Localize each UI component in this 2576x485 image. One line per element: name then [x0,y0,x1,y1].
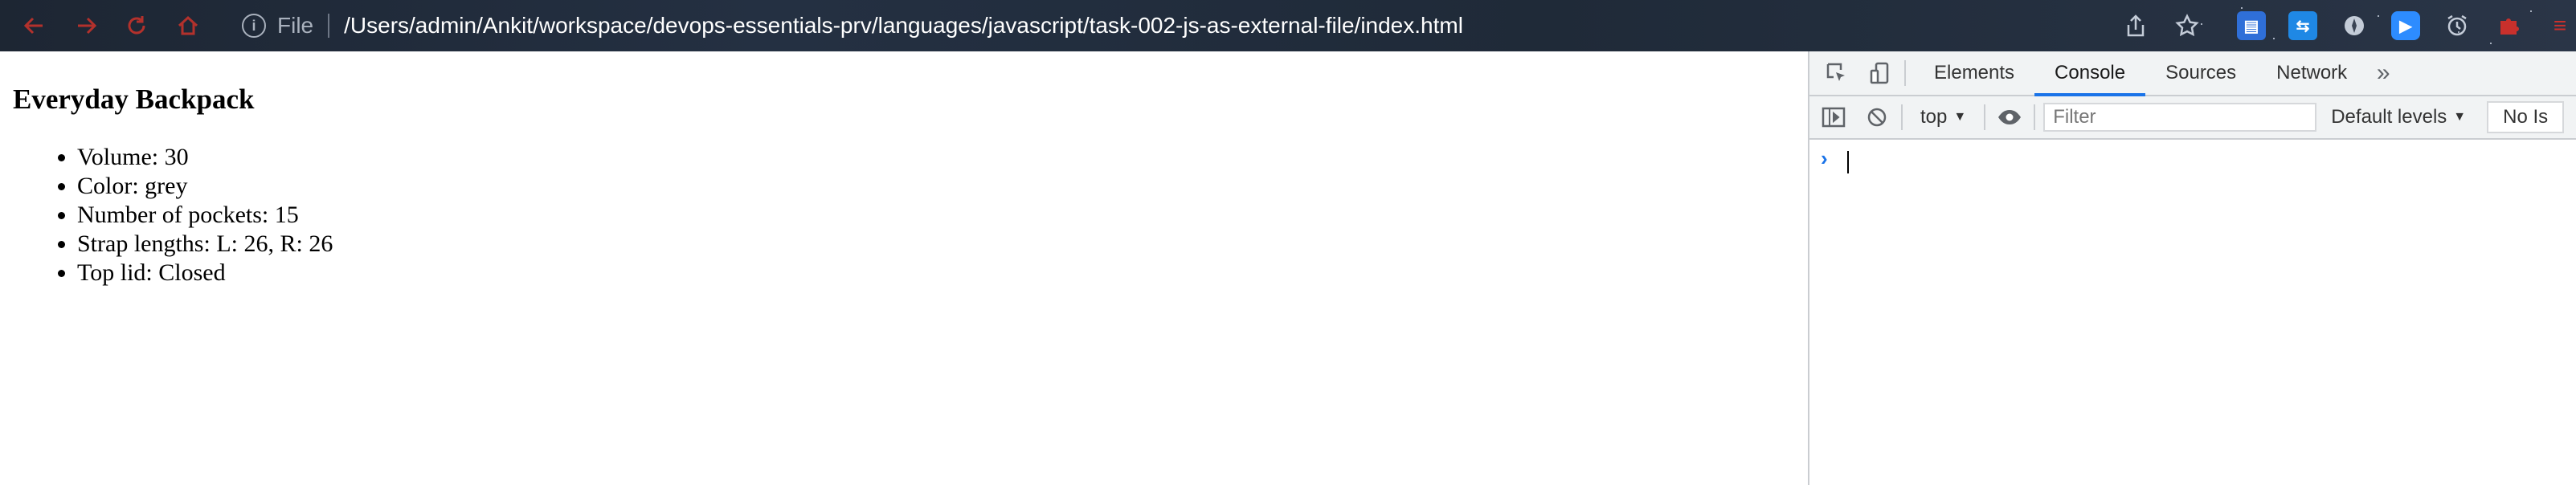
issues-button[interactable]: No Is [2487,101,2565,133]
devtools-panel: Elements Console Sources Network » top ▼… [1808,51,2576,485]
tab-sources[interactable]: Sources [2145,51,2256,95]
tab-bar-divider [1904,60,1906,86]
context-label: top [1920,106,1948,128]
forward-arrow-icon [78,17,97,35]
list-item: Strap lengths: L: 26, R: 26 [77,230,333,259]
address-divider [328,14,330,38]
console-prompt-chevron-icon: › [1821,146,1828,170]
extension-trello-button[interactable]: ▤ [2237,11,2266,40]
tab-elements[interactable]: Elements [1914,51,2034,95]
more-tabs-button[interactable]: » [2367,57,2399,89]
forward-button[interactable] [71,10,103,42]
extension-compass-button[interactable] [2340,11,2369,40]
extension-timer-button[interactable] [2443,11,2472,40]
list-item: Top lid: Closed [77,259,333,287]
console-output[interactable]: › [1809,140,2576,485]
reload-button[interactable] [121,10,153,42]
caret-down-icon: ▼ [2453,110,2467,124]
scheme-label: File [277,13,314,38]
list-item: Volume: 30 [77,143,333,172]
extensions-button[interactable] [2494,11,2523,40]
inspect-cursor-icon [1826,63,1845,81]
url-text[interactable]: /Users/admin/Ankit/workspace/devops-esse… [344,13,1463,39]
zoom-camera-icon: ▶ [2399,17,2412,35]
device-icon [1870,62,1889,84]
clear-console-button[interactable] [1861,101,1893,133]
page-viewport: Everyday Backpack Volume: 30 Color: grey… [0,51,1808,485]
extension-zoom-button[interactable]: ▶ [2391,11,2420,40]
translate-icon: ⇆ [2296,17,2310,35]
log-levels-dropdown[interactable]: Default levels ▼ [2316,106,2480,128]
no-entry-icon [1867,108,1887,127]
backpack-properties-list: Volume: 30 Color: grey Number of pockets… [0,143,333,287]
eye-icon [1998,110,2022,124]
puzzle-icon [2500,18,2519,35]
page-title: Everyday Backpack [13,84,255,115]
back-arrow-icon [23,17,43,35]
console-filter-input[interactable] [2043,103,2317,132]
tab-console[interactable]: Console [2034,51,2146,96]
inspect-element-button[interactable] [1821,57,1853,89]
show-sidebar-button[interactable] [1818,101,1850,133]
menu-button[interactable]: ≡ [2545,11,2574,40]
info-icon[interactable]: i [242,14,266,38]
extension-translate-button[interactable]: ⇆ [2288,11,2317,40]
tab-network[interactable]: Network [2256,51,2367,95]
device-toolbar-button[interactable] [1864,57,1896,89]
text-cursor [1847,151,1849,173]
context-selector[interactable]: top ▼ [1911,106,1976,128]
live-expression-button[interactable] [1993,101,2026,133]
toolbar-divider [1901,104,1903,130]
share-icon [2127,14,2145,37]
caret-down-icon: ▼ [1953,110,1967,124]
sidebar-toggle-icon [1822,107,1846,128]
console-toolbar: top ▼ Default levels ▼ No Is [1809,96,2576,140]
toolbar-divider [2034,104,2036,130]
issues-label: No Is [2503,106,2549,128]
address-bar[interactable]: i File /Users/admin/Ankit/workspace/devo… [229,6,2109,45]
list-item: Number of pockets: 15 [77,201,333,230]
menu-bars-icon: ≡ [2553,13,2567,38]
reload-icon [128,16,145,35]
toolbar-divider [1984,104,1986,130]
browser-toolbar: i File /Users/admin/Ankit/workspace/devo… [0,0,2576,51]
bookmark-button[interactable] [2173,11,2202,40]
trello-icon: ▤ [2243,17,2259,35]
back-button[interactable] [18,10,50,42]
share-button[interactable] [2121,11,2150,40]
alarm-clock-icon [2447,14,2467,36]
chevron-double-right-icon: » [2376,59,2390,86]
compass-icon [2345,16,2364,35]
home-button[interactable] [172,10,204,42]
star-icon [2175,14,2199,37]
levels-label: Default levels [2331,106,2447,128]
devtools-tab-bar: Elements Console Sources Network » [1809,51,2576,96]
list-item: Color: grey [77,172,333,201]
home-icon [178,15,198,35]
